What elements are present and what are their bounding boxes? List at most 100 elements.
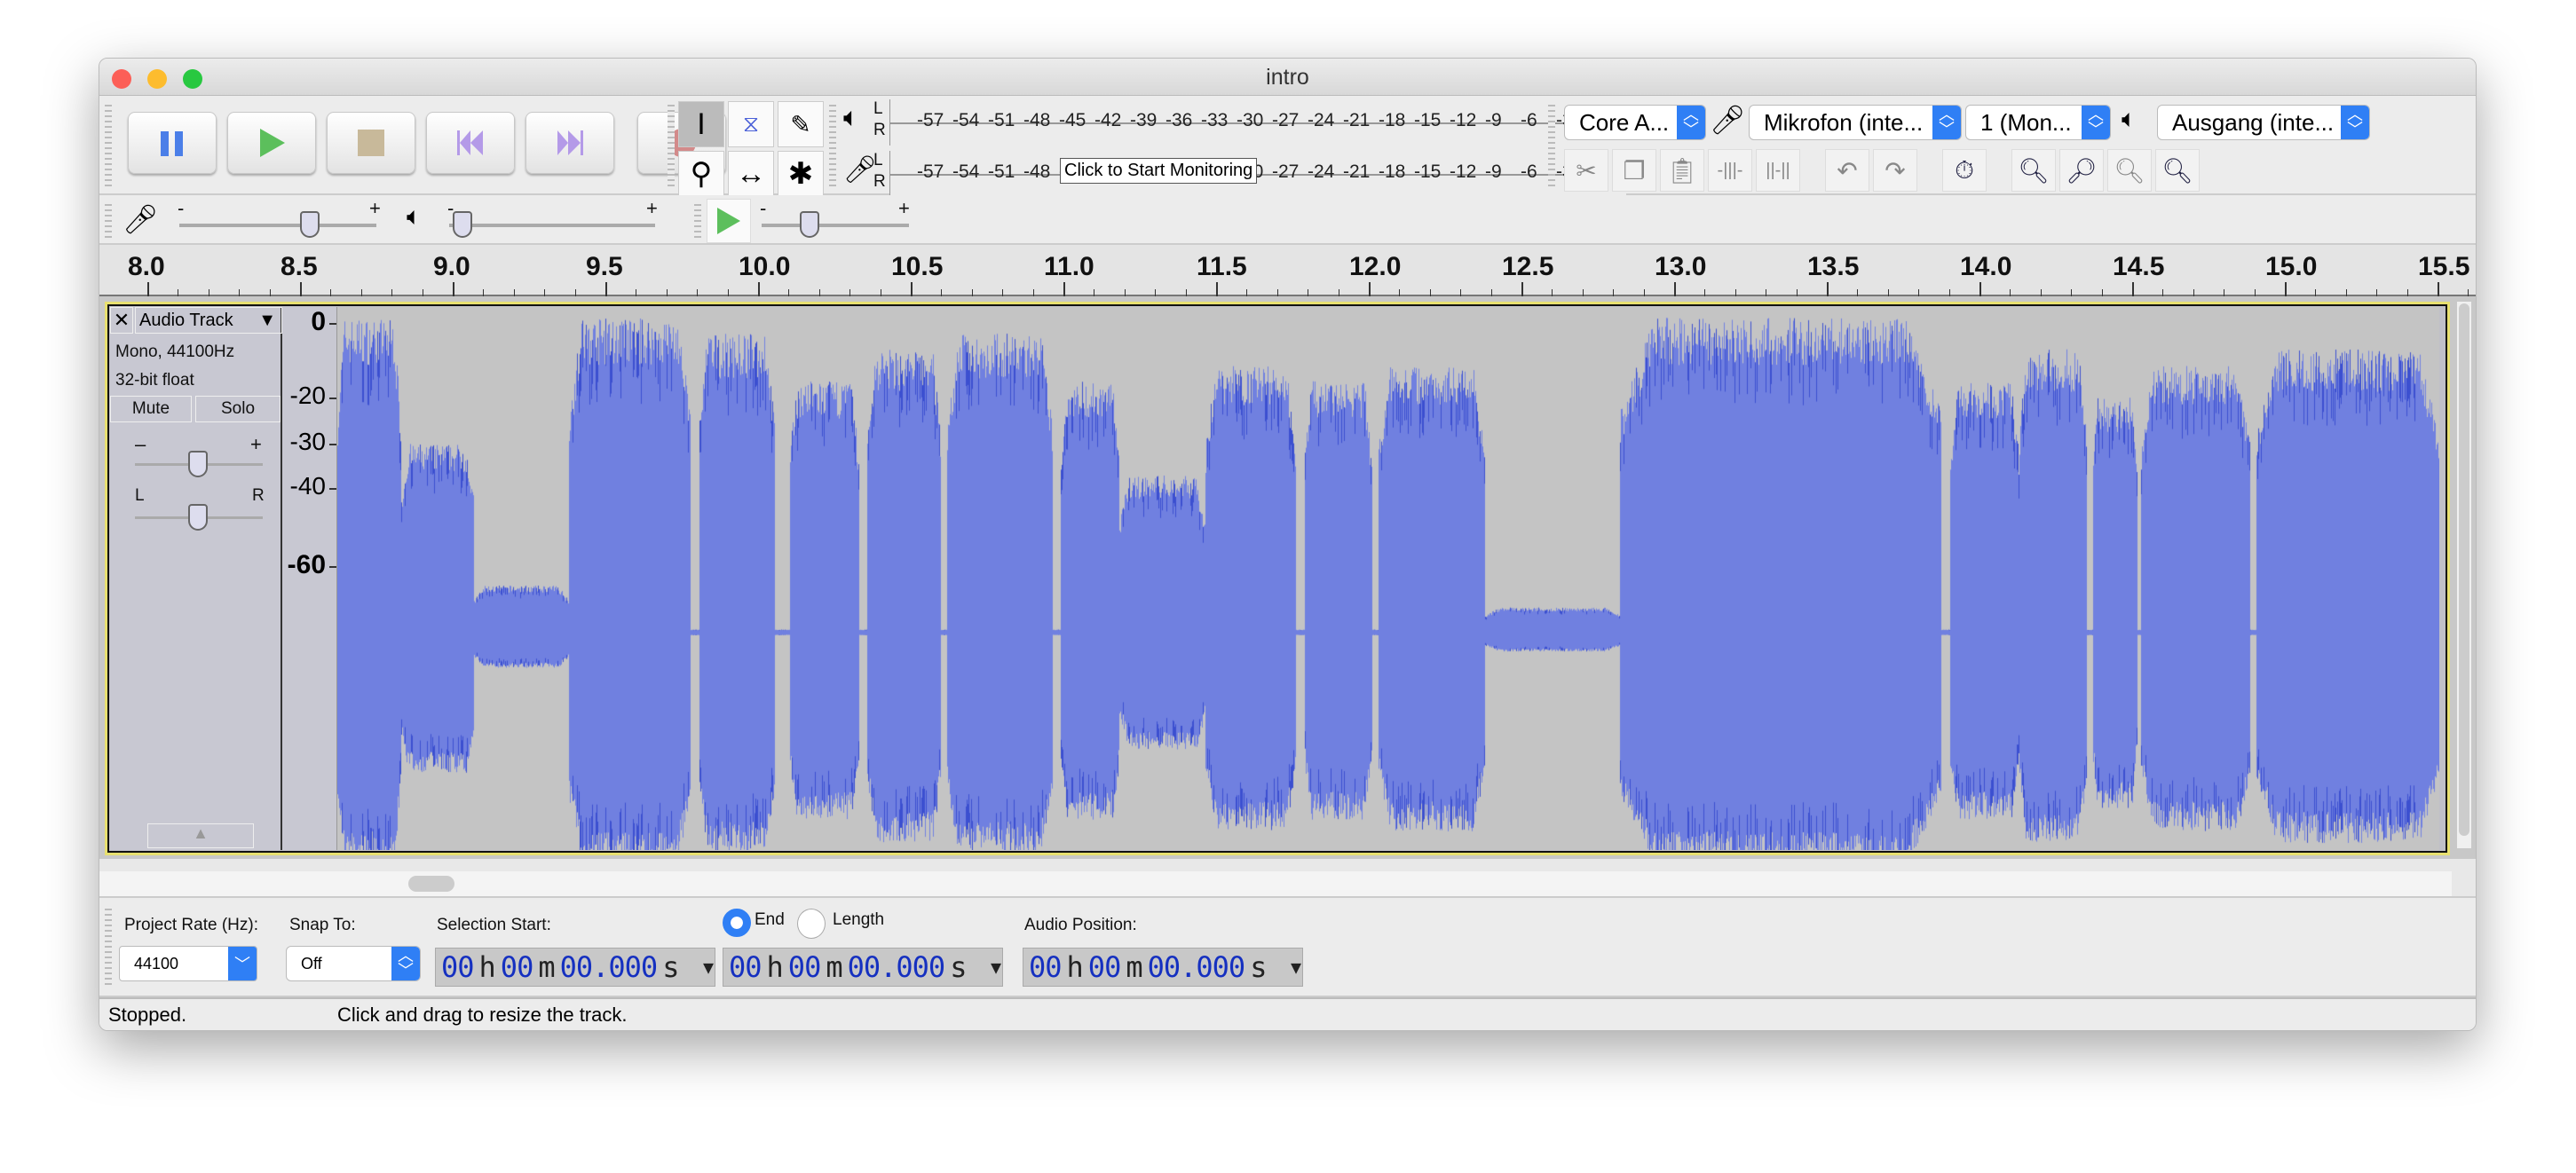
minimize-window-button[interactable] <box>147 69 167 89</box>
zoom-out-icon: 🔎︎ <box>2066 156 2098 185</box>
input-device-select[interactable]: Mikrofon (inte... ︿ ﹀ <box>1749 105 1962 140</box>
play-speed-slider[interactable] <box>762 211 909 238</box>
draw-tool-icon[interactable]: ✎ <box>778 101 824 147</box>
slider-thumb[interactable] <box>800 211 820 238</box>
zoom-window-button[interactable] <box>183 69 202 89</box>
snap-to-select[interactable]: Off ︿ ﹀ <box>286 946 421 981</box>
slider-thumb[interactable] <box>453 211 473 238</box>
playback-volume-slider[interactable] <box>449 211 655 238</box>
trim-audio-button[interactable]: -|||- <box>1708 149 1752 192</box>
tools-toolbar: I ⧖ ✎ ⚲ ↔ ✱ <box>678 101 824 197</box>
ruler-minor-tick <box>1582 289 1584 296</box>
gain-slider[interactable] <box>135 451 263 477</box>
meter-tick-label: -15 <box>1414 161 1442 182</box>
pause-button[interactable] <box>128 112 217 174</box>
collapse-track-button[interactable]: ▲ <box>147 823 254 848</box>
ruler-minor-tick <box>2010 289 2011 296</box>
skip-to-start-button[interactable] <box>426 112 515 174</box>
length-radio[interactable] <box>797 909 826 939</box>
skip-to-end-button[interactable] <box>525 112 614 174</box>
toolbar-grip[interactable] <box>105 905 112 985</box>
audio-position-time[interactable]: 00 h 00 m 00.000 s ▼ <box>1023 948 1303 987</box>
audio-host-select[interactable]: Core A... ︿ ﹀ <box>1564 105 1706 140</box>
dropdown-arrow-icon[interactable]: ▼ <box>1291 949 1301 986</box>
time-segment: 00.000 <box>559 950 659 984</box>
monitoring-tooltip[interactable]: Click to Start Monitoring <box>1060 158 1258 184</box>
zoom-out-button[interactable]: 🔎︎ <box>2059 149 2104 192</box>
play-at-speed-button[interactable] <box>707 199 751 243</box>
ruler-major-tick <box>2132 282 2134 296</box>
toolbar-grip[interactable] <box>829 101 836 190</box>
close-window-button[interactable] <box>112 69 131 89</box>
vertical-scrollbar[interactable] <box>2457 302 2471 848</box>
selection-tool-icon[interactable]: I <box>678 101 724 147</box>
toolbar-grip[interactable] <box>668 101 675 190</box>
ruler-major-tick <box>453 282 454 296</box>
toolbar-grip[interactable] <box>1548 101 1555 190</box>
zoom-tool-icon[interactable]: ⚲ <box>678 151 724 197</box>
toolbar-grip[interactable] <box>694 201 701 240</box>
mute-button[interactable]: Mute <box>110 396 192 422</box>
recording-meter[interactable]: -57-54-51-48-45-42-39-36-33-30-27-24-21-… <box>889 151 1626 197</box>
timeline-ruler[interactable]: 8.0 8.5 9.0 9.5 10.0 10.5 11.0 11.5 12.0 12.5 13.0… <box>99 245 2476 296</box>
scrollbar-thumb[interactable] <box>2459 303 2469 836</box>
slider-thumb[interactable] <box>300 211 320 238</box>
meter-tick-label: -12 <box>1450 161 1477 182</box>
microphone-meter-icon[interactable]: 🎤︎ <box>843 154 877 185</box>
playback-meter[interactable]: -57 -54 -51 -48 -45 -42 -39 -36 -33 -30 -27 -24 -21-… <box>889 99 1626 146</box>
ruler-minor-tick <box>239 289 241 296</box>
pan-slider[interactable] <box>135 504 263 531</box>
vertical-db-ruler[interactable]: 0 -20 -30 -40 -60 <box>282 307 337 850</box>
ruler-minor-tick <box>1246 289 1248 296</box>
play-icon <box>260 129 285 157</box>
end-radio[interactable] <box>723 909 751 937</box>
input-channels-select[interactable]: 1 (Mon... ︿ ﹀ <box>1965 105 2111 140</box>
ruler-minor-tick <box>1276 289 1278 296</box>
meter-tick-label: -45 <box>1059 110 1087 130</box>
envelope-tool-icon[interactable]: ⧖ <box>728 101 774 147</box>
record-volume-slider[interactable] <box>179 211 376 238</box>
solo-button[interactable]: Solo <box>195 396 281 422</box>
silence-audio-button[interactable]: ||-|| <box>1756 149 1800 192</box>
multi-tool-icon[interactable]: ✱ <box>778 151 824 197</box>
ruler-major-tick <box>300 282 302 296</box>
speaker-icon: 🔈︎ <box>2122 105 2137 132</box>
slider-thumb[interactable] <box>188 451 208 477</box>
ruler-minor-tick <box>2468 289 2469 296</box>
meter-tick-label: -15 <box>1414 110 1442 130</box>
zoom-in-button[interactable]: 🔍︎ <box>2011 149 2056 192</box>
fit-selection-button[interactable]: 🔍︎ <box>2107 149 2152 192</box>
toolbar-grip[interactable] <box>105 101 112 190</box>
track-menu-button[interactable]: Audio Track ▼ <box>135 307 282 334</box>
selection-end-time[interactable]: 00 h 00 m 00.000 s ▼ <box>723 948 1003 987</box>
track-close-button[interactable]: ✕ <box>110 307 133 334</box>
undo-button[interactable]: ↶ <box>1825 149 1869 192</box>
sync-lock-button[interactable]: ⏱ <box>1942 149 1987 192</box>
selection-start-time[interactable]: 00 h 00 m 00.000 s ▼ <box>435 948 715 987</box>
triangle-up-icon: ▲ <box>193 824 209 842</box>
copy-button[interactable]: ❐ <box>1612 149 1656 192</box>
project-rate-select[interactable]: 44100 ﹀ <box>119 946 257 981</box>
waveform[interactable] <box>337 307 2439 850</box>
redo-button[interactable]: ↷ <box>1873 149 1917 192</box>
fit-project-button[interactable]: 🔍︎ <box>2155 149 2200 192</box>
play-button[interactable] <box>227 112 316 174</box>
paste-button[interactable]: 📋︎ <box>1660 149 1704 192</box>
transport-toolbar <box>128 112 726 174</box>
trim-button[interactable]: ✂ <box>1564 149 1608 192</box>
ruler-tick-label: 10.5 <box>891 252 944 281</box>
dropdown-arrow-icon[interactable]: ▼ <box>991 949 1001 986</box>
meter-tick-label: -48 <box>1023 110 1051 130</box>
horizontal-scrollbar[interactable] <box>99 871 2452 896</box>
time-shift-tool-icon[interactable]: ↔ <box>728 151 774 197</box>
stop-button[interactable] <box>327 112 415 174</box>
output-device-select[interactable]: Ausgang (inte... ︿ ﹀ <box>2157 105 2370 140</box>
slider-thumb[interactable] <box>188 504 208 531</box>
toolbar-grip[interactable] <box>105 201 112 240</box>
time-segment: 00.000 <box>1147 950 1246 984</box>
dropdown-arrow-icon[interactable]: ▼ <box>703 949 714 986</box>
ruler-minor-tick <box>1032 289 1034 296</box>
speaker-meter-icon[interactable]: 🔈︎ <box>843 103 859 133</box>
scrollbar-thumb[interactable] <box>408 876 454 892</box>
ruler-minor-tick <box>330 289 332 296</box>
